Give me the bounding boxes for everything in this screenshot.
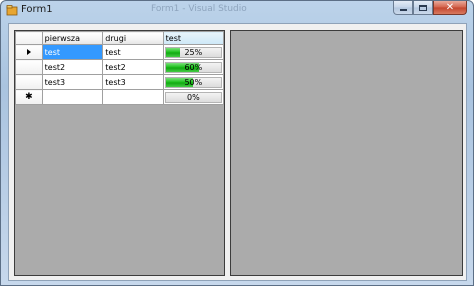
minimize-button[interactable]: [393, 1, 413, 15]
cell-pierwsza[interactable]: test: [41, 44, 104, 60]
progress-bar: 25%: [164, 46, 222, 58]
column-header-pierwsza[interactable]: pierwsza: [41, 31, 104, 45]
cell-pierwsza[interactable]: [41, 89, 104, 105]
right-panel: [230, 30, 463, 276]
maximize-button[interactable]: [413, 1, 433, 15]
cell-drugi[interactable]: [102, 89, 164, 105]
progress-label: 50%: [184, 77, 203, 87]
window-frame: Form1 Form1 - Visual Studio ✕ pierwsza d…: [0, 0, 474, 286]
close-icon: ✕: [445, 1, 455, 13]
new-row[interactable]: ✱ 0%: [15, 89, 224, 105]
row-header[interactable]: [15, 74, 43, 90]
cell-pierwsza[interactable]: test2: [41, 59, 104, 75]
progress-label: 25%: [184, 47, 203, 57]
cell-test-progress[interactable]: 25%: [162, 44, 224, 60]
column-header-test[interactable]: test: [162, 31, 224, 45]
cell-drugi[interactable]: test3: [102, 74, 164, 90]
table-row[interactable]: test test 25%: [15, 44, 224, 60]
row-header[interactable]: [15, 44, 43, 60]
cell-test-progress[interactable]: 50%: [162, 74, 224, 90]
ghost-title: Form1 - Visual Studio: [151, 4, 247, 14]
current-row-arrow-icon: [26, 49, 31, 55]
close-button[interactable]: ✕: [433, 1, 467, 15]
maximize-icon: [419, 4, 427, 11]
column-header-drugi[interactable]: drugi: [102, 31, 164, 45]
table-row[interactable]: test2 test2 60%: [15, 59, 224, 75]
progress-label: 0%: [186, 92, 200, 102]
window-title: Form1: [21, 4, 53, 15]
app-icon[interactable]: [6, 4, 18, 16]
progress-bar: 0%: [164, 91, 222, 103]
minimize-icon: [399, 8, 407, 11]
cell-drugi[interactable]: test2: [102, 59, 164, 75]
cell-pierwsza[interactable]: test3: [41, 74, 104, 90]
progress-bar: 50%: [164, 76, 222, 88]
form-client-area: pierwsza drugi test test test 25% test2 …: [8, 23, 467, 281]
header-row: pierwsza drugi test: [15, 31, 224, 45]
table-row[interactable]: test3 test3 50%: [15, 74, 224, 90]
data-grid-view[interactable]: pierwsza drugi test test test 25% test2 …: [14, 30, 225, 276]
title-bar[interactable]: Form1 Form1 - Visual Studio ✕: [1, 1, 473, 21]
corner-header[interactable]: [15, 31, 43, 45]
caption-buttons: ✕: [393, 1, 467, 15]
cell-drugi[interactable]: test: [102, 44, 164, 60]
grid-table: pierwsza drugi test test test 25% test2 …: [15, 31, 224, 105]
cell-test-progress[interactable]: 60%: [162, 59, 224, 75]
new-row-star-icon[interactable]: ✱: [15, 89, 43, 105]
cell-test-progress[interactable]: 0%: [162, 89, 224, 105]
progress-label: 60%: [184, 62, 203, 72]
row-header[interactable]: [15, 59, 43, 75]
progress-bar: 60%: [164, 61, 222, 73]
